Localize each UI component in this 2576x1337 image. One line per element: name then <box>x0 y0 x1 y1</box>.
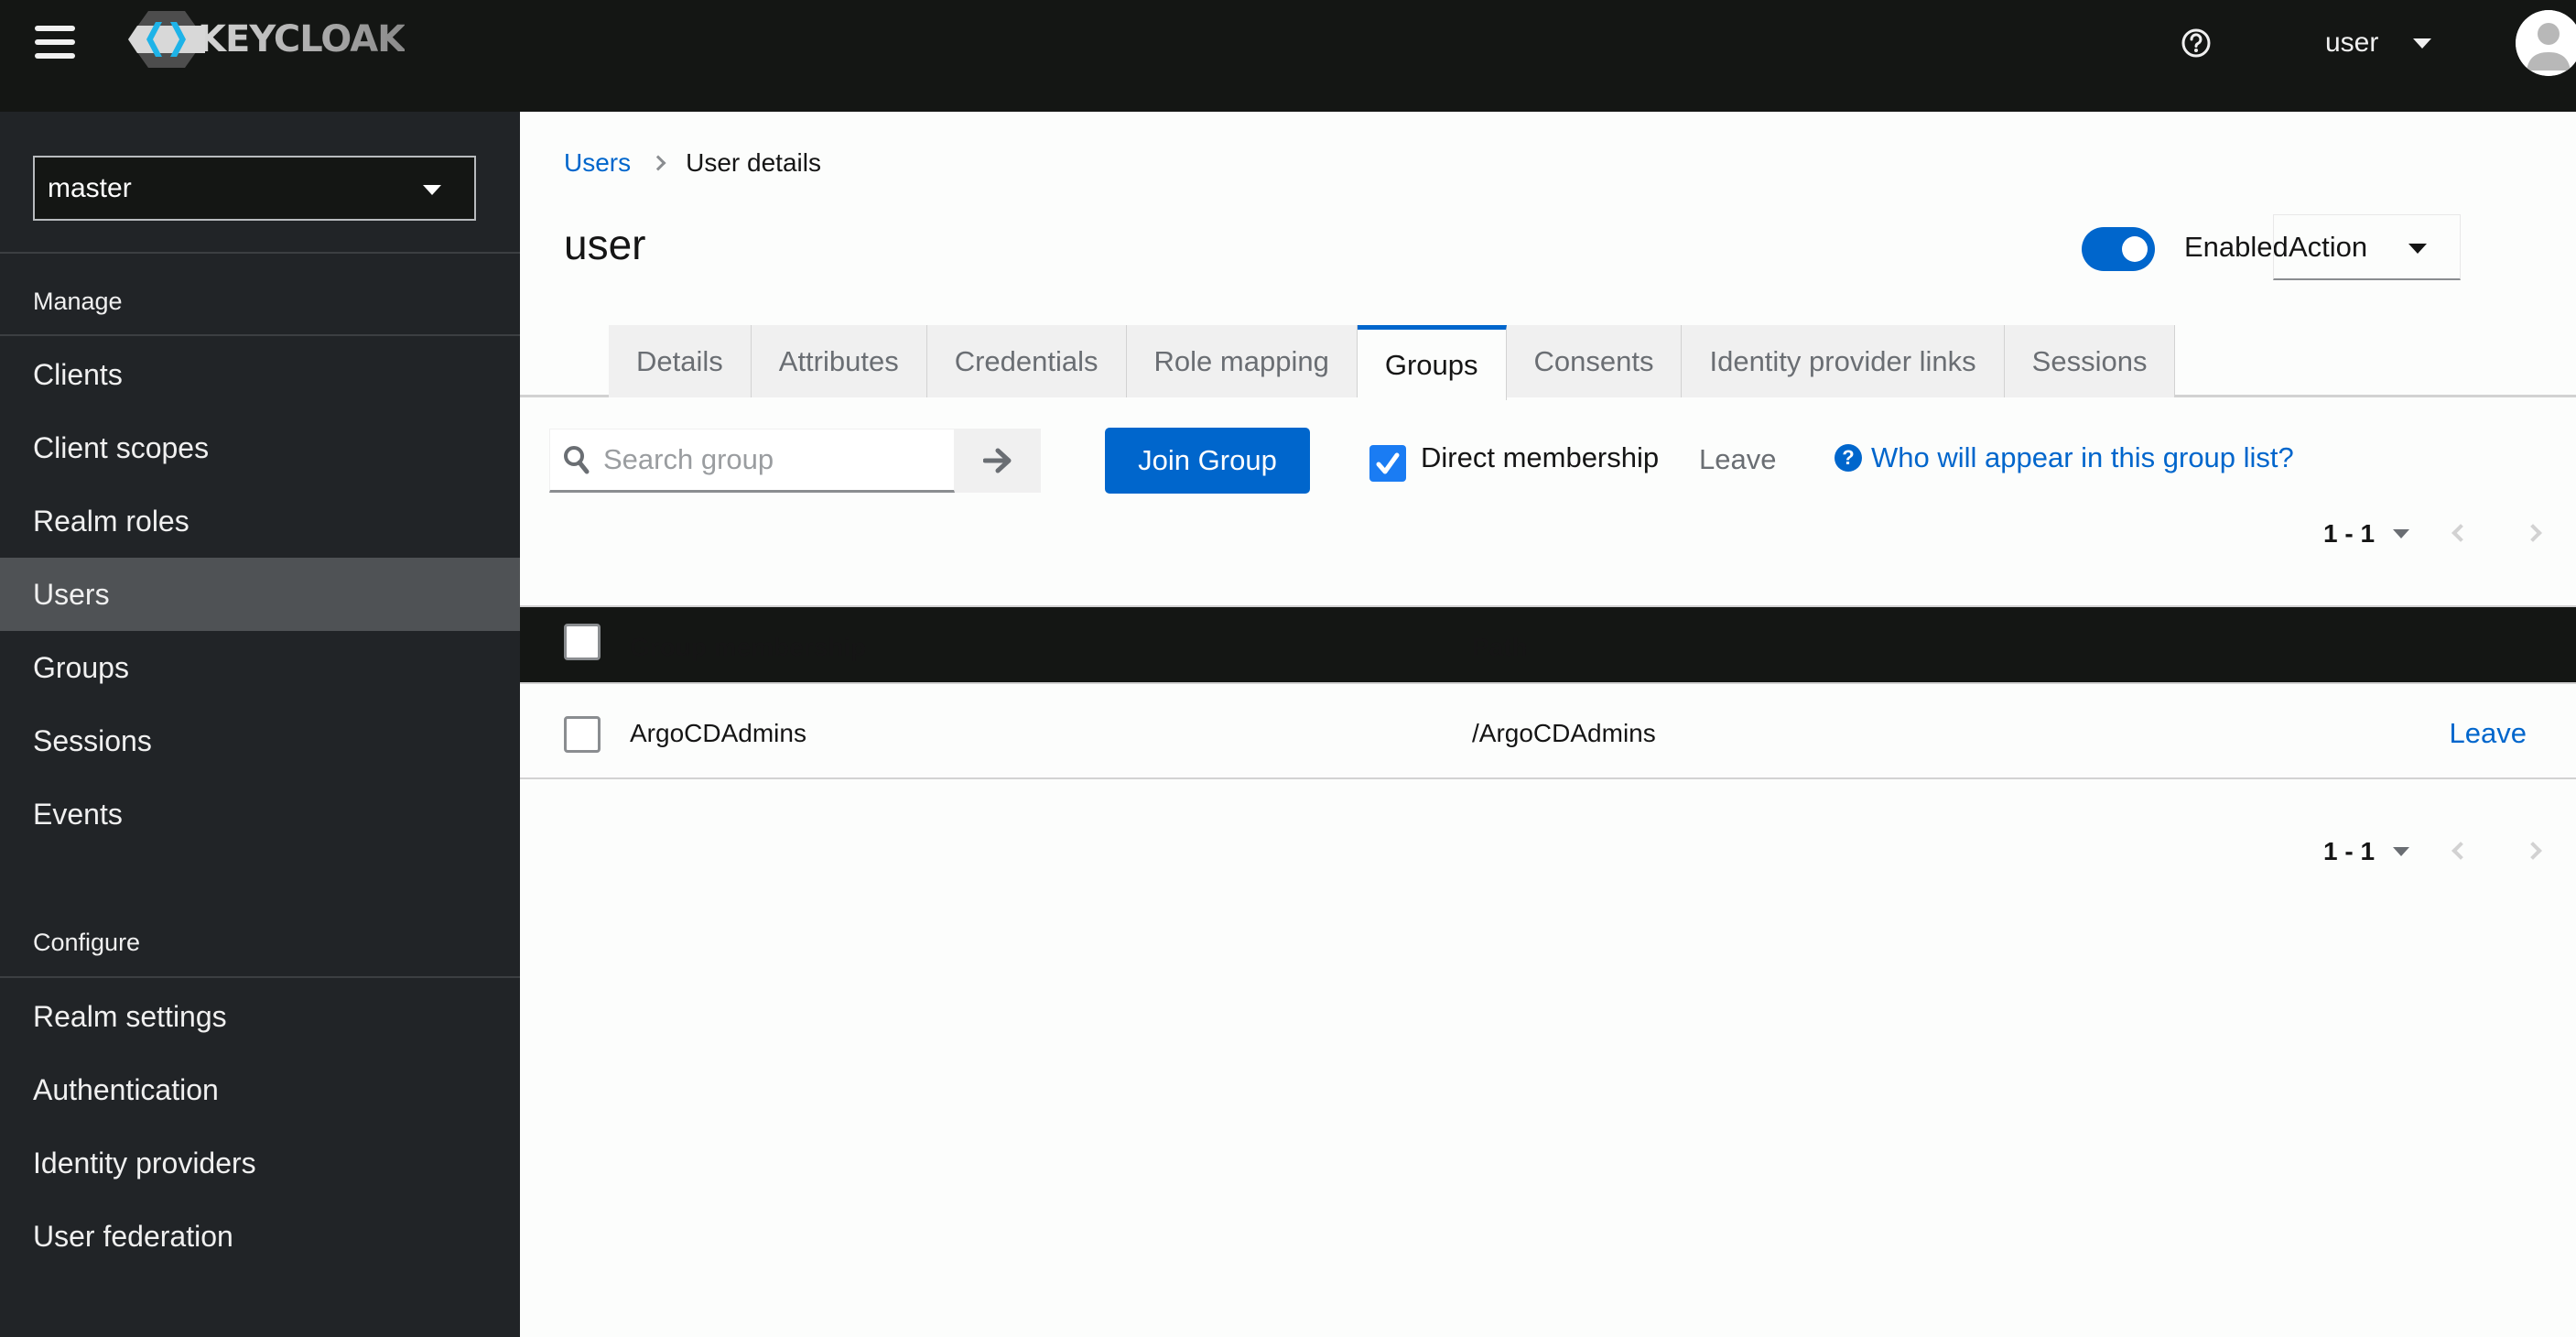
tab-bar: Details Attributes Credentials Role mapp… <box>520 325 2576 400</box>
caret-down-icon <box>2408 244 2427 254</box>
hamburger-icon[interactable] <box>35 26 75 59</box>
realm-selector[interactable]: master <box>33 156 476 221</box>
divider <box>0 976 520 978</box>
toggle-knob <box>2122 236 2148 262</box>
search-placeholder: Search group <box>603 443 774 475</box>
per-page-dropdown[interactable]: 1 - 1 <box>2323 837 2410 866</box>
sidebar-item-clients[interactable]: Clients <box>0 338 520 411</box>
search-submit-button[interactable] <box>955 429 1041 493</box>
question-circle-icon: ? <box>1835 444 1862 472</box>
tab-groups[interactable]: Groups <box>1357 325 1507 400</box>
row-checkbox[interactable] <box>564 716 601 753</box>
sidebar-item-authentication[interactable]: Authentication <box>0 1053 520 1126</box>
table-header-row: Group membership Path <box>520 605 2576 682</box>
sidebar-item-client-scopes[interactable]: Client scopes <box>0 411 520 484</box>
pagination-bottom: 1 - 1 <box>2323 833 2542 870</box>
tab-credentials[interactable]: Credentials <box>926 325 1127 397</box>
sidebar-item-groups[interactable]: Groups <box>0 631 520 704</box>
join-group-button[interactable]: Join Group <box>1105 428 1310 494</box>
user-dropdown[interactable]: user <box>2325 22 2432 64</box>
sidebar: master Manage Clients Client scopes Real… <box>0 112 520 1337</box>
breadcrumb-current: User details <box>686 148 821 177</box>
table-row: ArgoCDAdmins /ArgoCDAdmins Leave <box>520 682 2576 779</box>
tab-sessions[interactable]: Sessions <box>2004 325 2176 397</box>
sidebar-item-identity-providers[interactable]: Identity providers <box>0 1126 520 1200</box>
arrow-right-icon <box>983 448 1012 473</box>
nav-section-configure: Configure <box>33 929 141 956</box>
pagination-range: 1 - 1 <box>2323 837 2376 865</box>
enabled-toggle[interactable] <box>2082 227 2155 271</box>
sidebar-item-events[interactable]: Events <box>0 777 520 851</box>
main-content: Users User details user Enabled Action D… <box>520 112 2576 1337</box>
sidebar-item-sessions[interactable]: Sessions <box>0 704 520 777</box>
direct-membership-checkbox[interactable] <box>1369 445 1406 482</box>
sidebar-item-realm-settings[interactable]: Realm settings <box>0 980 520 1053</box>
caret-down-icon <box>2413 38 2432 49</box>
sidebar-item-realm-roles[interactable]: Realm roles <box>0 484 520 558</box>
column-header-path[interactable]: Path <box>1472 633 1528 662</box>
caret-down-icon <box>2393 847 2410 856</box>
group-path: /ArgoCDAdmins <box>1472 719 1656 747</box>
tab-role-mapping[interactable]: Role mapping <box>1126 325 1358 397</box>
search-group-input[interactable]: Search group <box>549 429 955 493</box>
leave-button[interactable]: Leave <box>1699 443 1776 476</box>
tab-identity-provider-links[interactable]: Identity provider links <box>1682 325 2005 397</box>
user-avatar-icon[interactable] <box>2516 10 2576 76</box>
search-icon <box>564 446 590 474</box>
realm-name: master <box>48 172 132 203</box>
previous-page-icon[interactable] <box>2452 524 2470 542</box>
group-table: Group membership Path ArgoCDAdmins /Argo… <box>520 605 2576 779</box>
group-list-help-link[interactable]: ? Who will appear in this group list? <box>1835 441 2294 474</box>
checkmark-icon <box>1376 452 1400 474</box>
previous-page-icon[interactable] <box>2452 842 2470 860</box>
row-leave-link[interactable]: Leave <box>2450 717 2527 750</box>
keycloak-logo-icon <box>128 11 205 68</box>
tab-consents[interactable]: Consents <box>1506 325 1683 397</box>
page-title: user <box>564 221 646 268</box>
group-name: ArgoCDAdmins <box>630 719 806 747</box>
breadcrumb-users-link[interactable]: Users <box>564 148 631 178</box>
per-page-dropdown[interactable]: 1 - 1 <box>2323 519 2410 549</box>
action-label: Action <box>2289 230 2368 263</box>
action-dropdown[interactable]: Action <box>2273 214 2461 280</box>
divider <box>0 334 520 336</box>
pagination-top: 1 - 1 <box>2323 516 2542 552</box>
help-link-text: Who will appear in this group list? <box>1871 441 2294 473</box>
nav-section-manage: Manage <box>33 288 123 315</box>
next-page-icon[interactable] <box>2524 524 2542 542</box>
question-circle-icon[interactable] <box>2181 27 2212 59</box>
username: user <box>2325 27 2379 58</box>
keycloak-logo[interactable]: KEYCLOAK <box>128 11 406 68</box>
divider <box>0 252 520 254</box>
column-header-group-membership[interactable]: Group membership <box>630 633 866 662</box>
breadcrumb: Users User details <box>564 148 821 178</box>
sidebar-item-user-federation[interactable]: User federation <box>0 1200 520 1273</box>
chevron-right-icon <box>650 155 666 171</box>
caret-down-icon <box>2393 529 2410 538</box>
masthead: KEYCLOAK user <box>0 0 2576 112</box>
brand-name: KEYCLOAK <box>198 18 406 60</box>
sidebar-item-users[interactable]: Users <box>0 558 520 631</box>
tab-details[interactable]: Details <box>609 325 752 397</box>
pagination-range: 1 - 1 <box>2323 519 2376 548</box>
caret-down-icon <box>423 185 441 195</box>
select-all-checkbox[interactable] <box>564 624 601 660</box>
direct-membership-label: Direct membership <box>1421 441 1660 473</box>
tab-attributes[interactable]: Attributes <box>751 325 927 397</box>
next-page-icon[interactable] <box>2524 842 2542 860</box>
